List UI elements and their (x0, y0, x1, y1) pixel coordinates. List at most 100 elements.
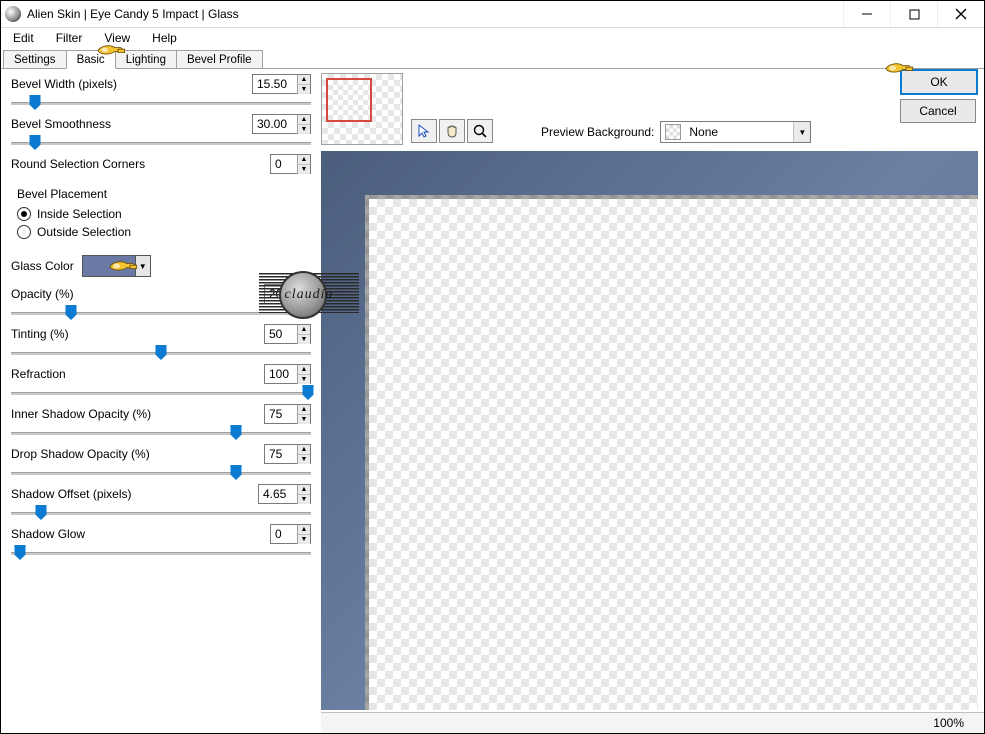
spinner-down-icon[interactable]: ▼ (298, 495, 310, 504)
glass-color-dropdown[interactable]: ▼ (136, 255, 151, 277)
spinner-up-icon[interactable]: ▲ (298, 525, 310, 535)
shadow-offset-label: Shadow Offset (pixels) (11, 487, 132, 501)
param-bevel-smoothness: Bevel Smoothness 30.00 ▲▼ (11, 115, 311, 151)
spinner-up-icon[interactable]: ▲ (298, 155, 310, 165)
shadow-offset-slider[interactable] (11, 505, 311, 521)
preview-area[interactable] (321, 151, 978, 710)
tool-hand-button[interactable] (439, 119, 465, 143)
spinner-up-icon[interactable]: ▲ (298, 285, 310, 295)
drop-shadow-label: Drop Shadow Opacity (%) (11, 447, 150, 461)
checker-icon (665, 124, 681, 140)
param-bevel-width: Bevel Width (pixels) 15.50 ▲▼ (11, 75, 311, 111)
refraction-spinner[interactable]: 100 ▲▼ (264, 364, 311, 384)
spinner-up-icon[interactable]: ▲ (298, 115, 310, 125)
spinner-down-icon[interactable]: ▼ (298, 125, 310, 134)
tinting-spinner[interactable]: 50 ▲▼ (264, 324, 311, 344)
ok-button[interactable]: OK (900, 69, 978, 95)
tab-basic[interactable]: Basic (66, 50, 116, 69)
refraction-value[interactable]: 100 (265, 367, 297, 381)
preview-background-select[interactable]: None ▼ (660, 121, 811, 143)
zoom-level: 100% (933, 716, 964, 730)
opacity-value[interactable]: 20 (265, 287, 297, 301)
bevel-smoothness-value[interactable]: 30.00 (253, 117, 297, 131)
spinner-down-icon[interactable]: ▼ (298, 295, 310, 304)
bevel-width-value[interactable]: 15.50 (253, 77, 297, 91)
menu-help[interactable]: Help (146, 29, 183, 47)
cancel-button[interactable]: Cancel (900, 99, 976, 123)
param-inner-shadow-opacity: Inner Shadow Opacity (%) 75 ▲▼ (11, 405, 311, 441)
bevel-width-spinner[interactable]: 15.50 ▲▼ (252, 74, 311, 94)
param-shadow-glow: Shadow Glow 0 ▲▼ (11, 525, 311, 561)
radio-icon (17, 207, 31, 221)
chevron-down-icon: ▼ (793, 122, 810, 142)
menu-view[interactable]: View (98, 29, 136, 47)
drop-shadow-slider[interactable] (11, 465, 311, 481)
tab-bar: Settings Basic Lighting Bevel Profile (1, 48, 984, 69)
param-round-corners: Round Selection Corners 0 ▲▼ (11, 155, 311, 173)
bevel-width-label: Bevel Width (pixels) (11, 77, 117, 91)
spinner-up-icon[interactable]: ▲ (298, 365, 310, 375)
spinner-up-icon[interactable]: ▲ (298, 445, 310, 455)
bevel-smoothness-spinner[interactable]: 30.00 ▲▼ (252, 114, 311, 134)
radio-icon (17, 225, 31, 239)
round-corners-value[interactable]: 0 (271, 157, 297, 171)
bevel-placement-group: Bevel Placement Inside Selection Outside… (11, 187, 311, 247)
spinner-up-icon[interactable]: ▲ (298, 485, 310, 495)
preview-background-label: Preview Background: (541, 125, 654, 139)
close-icon (955, 8, 967, 20)
tab-settings[interactable]: Settings (3, 50, 67, 68)
preview-background-value: None (685, 125, 793, 139)
minimize-button[interactable] (843, 1, 890, 27)
bevel-smoothness-label: Bevel Smoothness (11, 117, 111, 131)
shadow-glow-value[interactable]: 0 (271, 527, 297, 541)
shadow-offset-value[interactable]: 4.65 (259, 487, 297, 501)
tinting-value[interactable]: 50 (265, 327, 297, 341)
drop-shadow-value[interactable]: 75 (265, 447, 297, 461)
shadow-glow-spinner[interactable]: 0 ▲▼ (270, 524, 311, 544)
tinting-slider[interactable] (11, 345, 311, 361)
spinner-up-icon[interactable]: ▲ (298, 405, 310, 415)
radio-outside-selection[interactable]: Outside Selection (17, 223, 311, 241)
pointer-icon (416, 123, 432, 139)
bevel-smoothness-slider[interactable] (11, 135, 311, 151)
close-button[interactable] (937, 1, 984, 27)
tab-bevel-profile[interactable]: Bevel Profile (176, 50, 263, 68)
inner-shadow-label: Inner Shadow Opacity (%) (11, 407, 151, 421)
spinner-down-icon[interactable]: ▼ (298, 335, 310, 344)
spinner-down-icon[interactable]: ▼ (298, 415, 310, 424)
spinner-up-icon[interactable]: ▲ (298, 325, 310, 335)
opacity-slider[interactable] (11, 305, 311, 321)
inner-shadow-slider[interactable] (11, 425, 311, 441)
maximize-button[interactable] (890, 1, 937, 27)
glass-color-swatch[interactable] (82, 255, 136, 277)
bevel-width-slider[interactable] (11, 95, 311, 111)
inner-shadow-value[interactable]: 75 (265, 407, 297, 421)
refraction-slider[interactable] (11, 385, 311, 401)
tool-pointer-button[interactable] (411, 119, 437, 143)
menu-bar: Edit Filter View Help (1, 28, 984, 48)
spinner-up-icon[interactable]: ▲ (298, 75, 310, 85)
hand-icon (444, 123, 460, 139)
glass-color-label: Glass Color (11, 259, 74, 273)
magnifier-icon (472, 123, 488, 139)
radio-inside-selection[interactable]: Inside Selection (17, 205, 311, 223)
spinner-down-icon[interactable]: ▼ (298, 85, 310, 94)
param-opacity: Opacity (%) 20 ▲▼ (11, 285, 311, 321)
window-title: Alien Skin | Eye Candy 5 Impact | Glass (27, 7, 843, 21)
shadow-glow-slider[interactable] (11, 545, 311, 561)
spinner-down-icon[interactable]: ▼ (298, 455, 310, 464)
opacity-spinner[interactable]: 20 ▲▼ (264, 284, 311, 304)
menu-filter[interactable]: Filter (50, 29, 89, 47)
menu-edit[interactable]: Edit (7, 29, 40, 47)
tab-lighting[interactable]: Lighting (115, 50, 177, 68)
spinner-down-icon[interactable]: ▼ (298, 535, 310, 544)
opacity-label: Opacity (%) (11, 287, 74, 301)
preview-thumbnail[interactable] (321, 73, 403, 145)
drop-shadow-spinner[interactable]: 75 ▲▼ (264, 444, 311, 464)
spinner-down-icon[interactable]: ▼ (298, 165, 310, 174)
spinner-down-icon[interactable]: ▼ (298, 375, 310, 384)
inner-shadow-spinner[interactable]: 75 ▲▼ (264, 404, 311, 424)
shadow-offset-spinner[interactable]: 4.65 ▲▼ (258, 484, 311, 504)
tool-zoom-button[interactable] (467, 119, 493, 143)
round-corners-spinner[interactable]: 0 ▲▼ (270, 154, 311, 174)
